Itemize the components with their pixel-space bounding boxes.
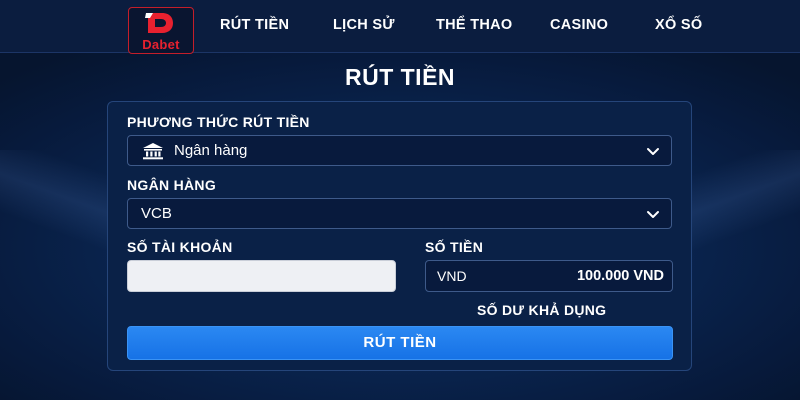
bank-label: NGÂN HÀNG <box>127 177 217 193</box>
logo-d-icon <box>145 13 173 33</box>
method-label: PHƯƠNG THỨC RÚT TIỀN <box>127 114 310 130</box>
account-number-label: SỐ TÀI KHOẢN <box>127 239 233 255</box>
withdraw-submit-button[interactable]: RÚT TIỀN <box>127 326 673 360</box>
nav-item-withdraw[interactable]: RÚT TIỀN <box>220 0 289 52</box>
method-select[interactable]: Ngân hàng <box>127 135 672 166</box>
available-balance-label: SỐ DƯ KHẢ DỤNG <box>477 302 607 318</box>
bank-select-value: VCB <box>141 205 172 222</box>
amount-label: SỐ TIỀN <box>425 239 484 255</box>
chevron-down-icon <box>647 148 659 155</box>
chevron-down-icon <box>647 211 659 218</box>
nav-item-casino[interactable]: CASINO <box>550 0 608 52</box>
page-title: RÚT TIỀN <box>344 64 456 90</box>
bank-select[interactable]: VCB <box>127 198 672 229</box>
account-number-input[interactable] <box>127 260 396 292</box>
dabet-logo[interactable]: Dabet <box>128 7 194 54</box>
method-select-value: Ngân hàng <box>174 142 248 159</box>
nav-item-sports[interactable]: THỂ THAO <box>436 0 513 52</box>
withdraw-form-card: PHƯƠNG THỨC RÚT TIỀN Ngân hàng NGÂN HÀNG… <box>107 101 692 371</box>
amount-value: 100.000 VND <box>576 268 664 284</box>
nav-item-history[interactable]: LỊCH SỬ <box>333 0 395 52</box>
amount-input[interactable]: VND 100.000 VND <box>425 260 673 292</box>
bank-icon <box>143 143 163 160</box>
currency-label: VND <box>437 268 467 284</box>
top-nav-bar: Dabet RÚT TIỀN LỊCH SỬ THỂ THAO CASINO X… <box>0 0 800 54</box>
nav-item-lottery[interactable]: XỔ SỐ <box>655 0 702 52</box>
logo-text: Dabet <box>142 37 180 52</box>
